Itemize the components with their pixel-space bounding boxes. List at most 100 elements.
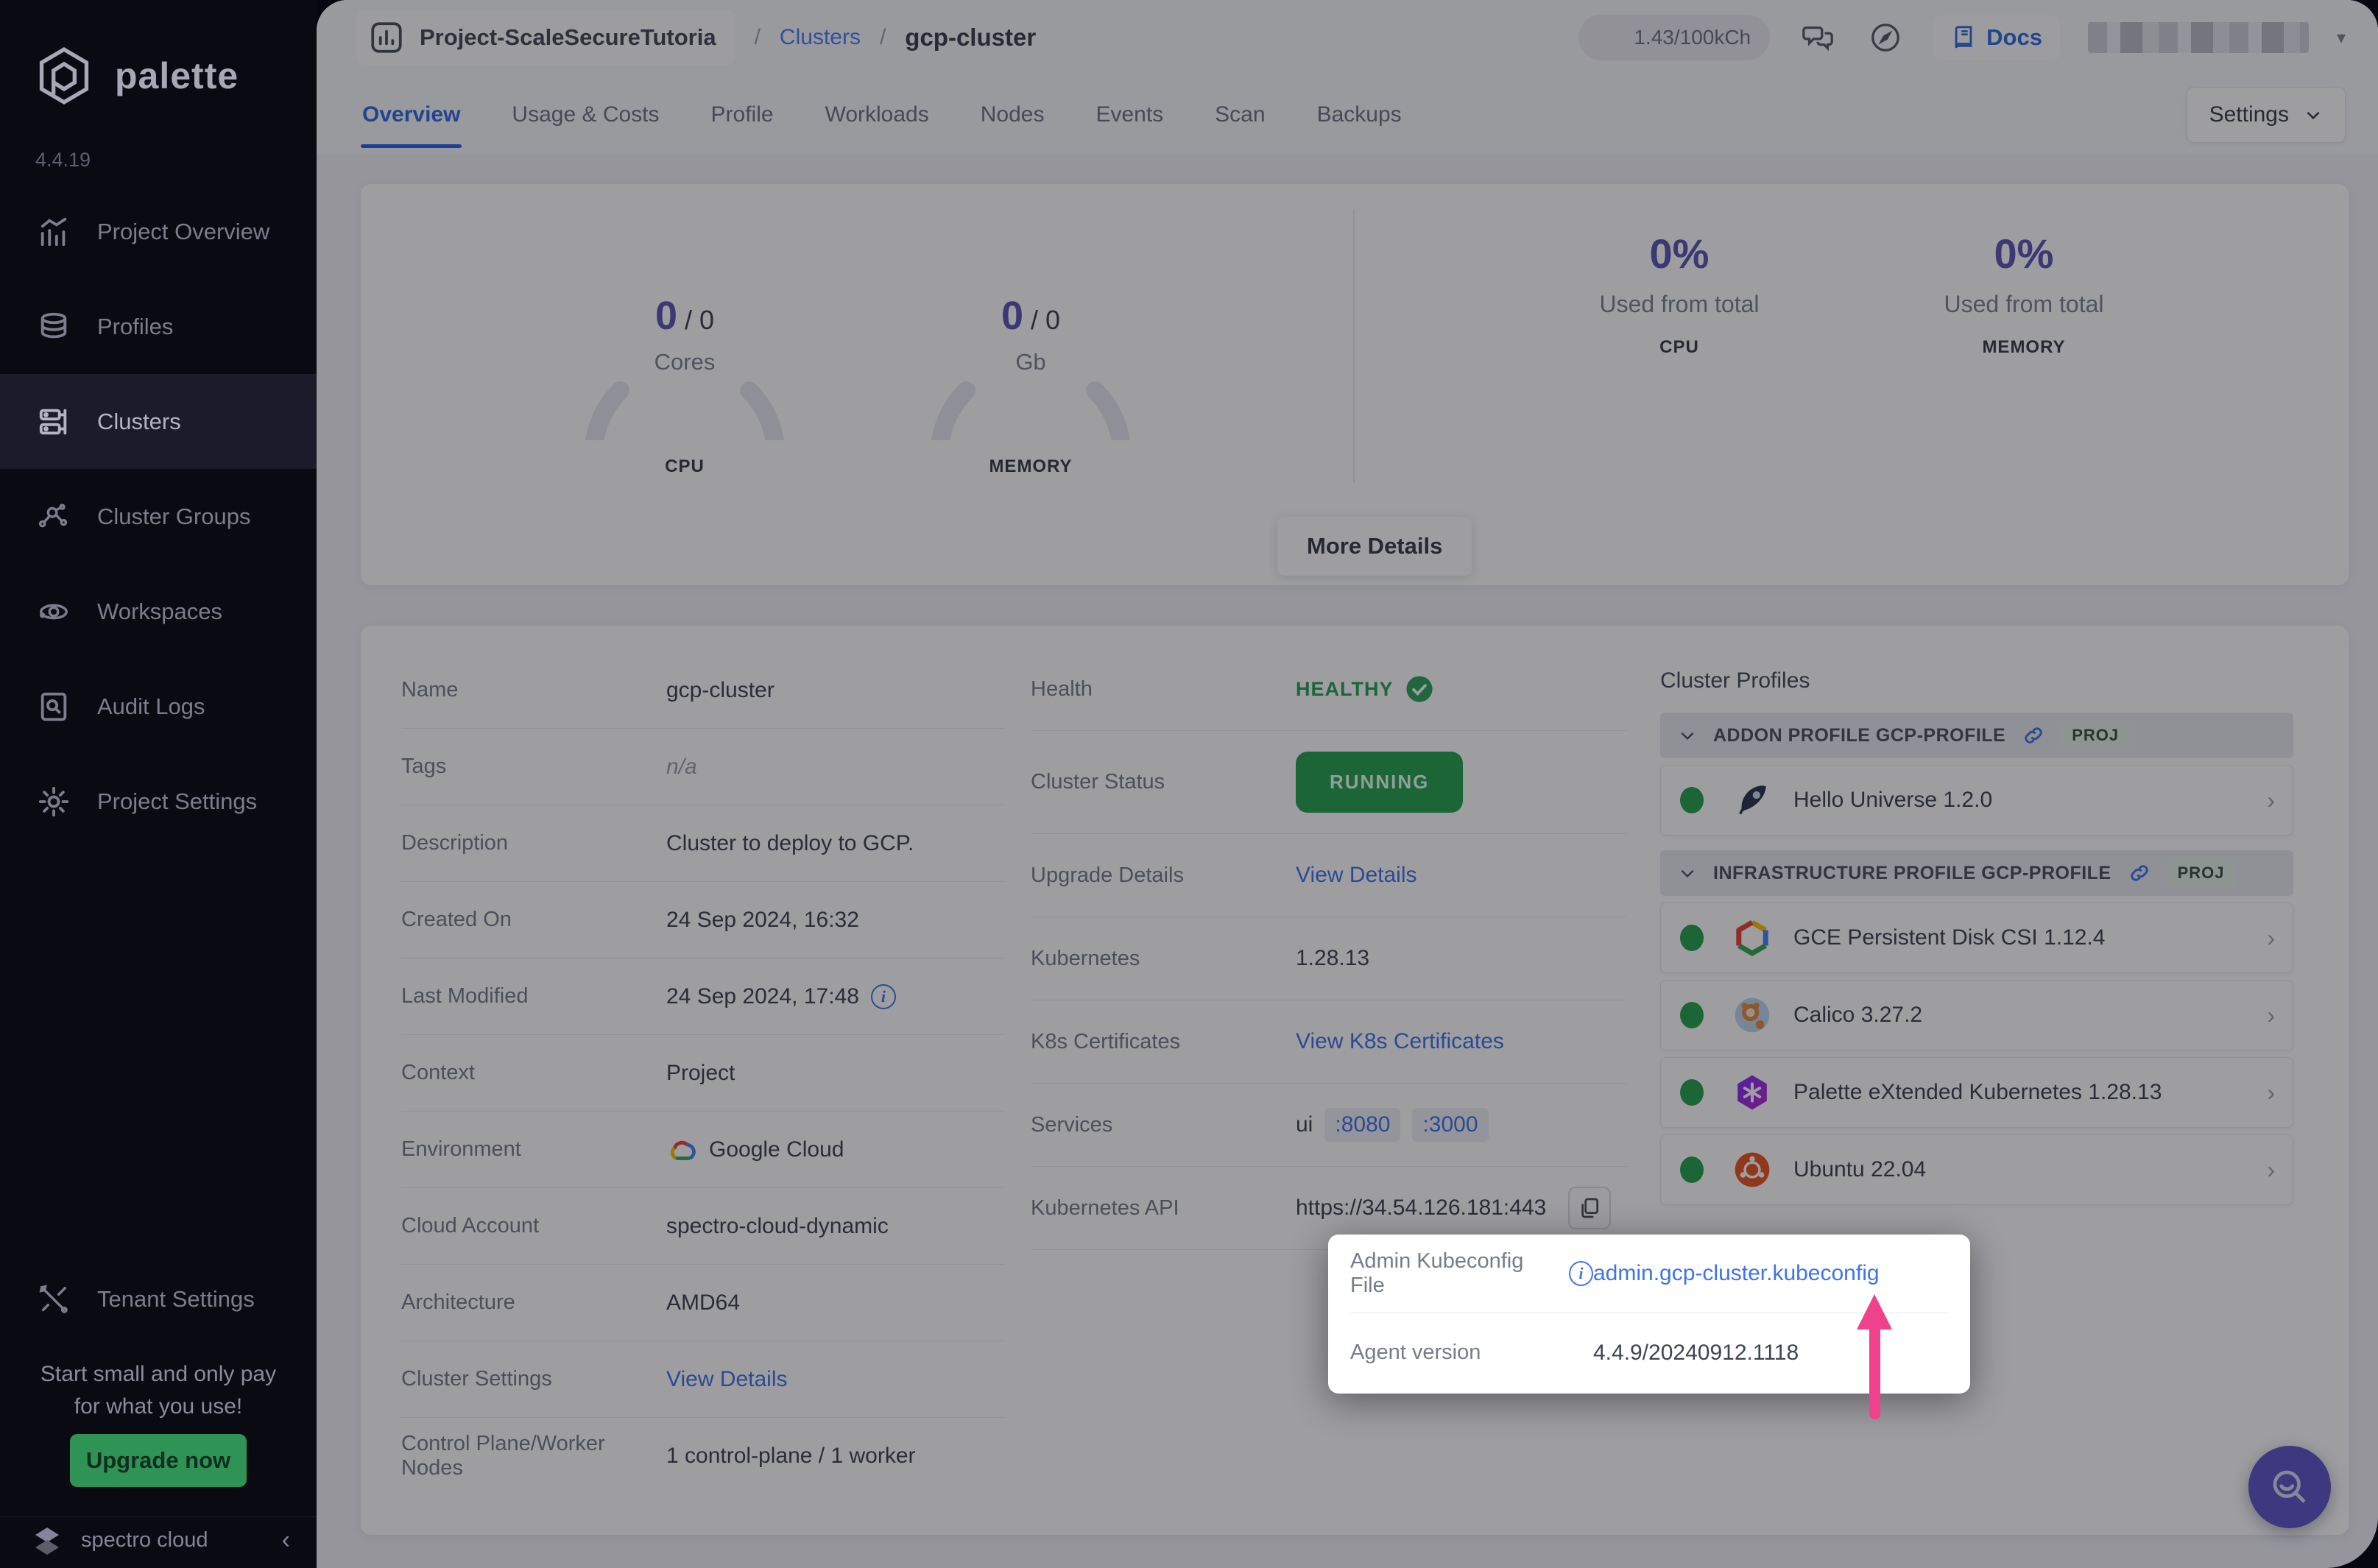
- profile-layer-name: GCE Persistent Disk CSI 1.12.4: [1793, 925, 2106, 950]
- scope-badge: PROJ: [2061, 721, 2130, 749]
- admin-kubeconfig-label: Admin Kubeconfig File: [1350, 1249, 1524, 1297]
- user-name-redacted[interactable]: [2087, 22, 2309, 53]
- explore-button[interactable]: [1866, 18, 1905, 57]
- more-details-button[interactable]: More Details: [1277, 517, 1472, 576]
- detail-value: 24 Sep 2024, 17:48 i: [666, 983, 896, 1009]
- status-dot: [1680, 1156, 1704, 1183]
- cluster-details-card: Name gcp-cluster Tags n/a Description Cl…: [361, 626, 2349, 1535]
- detail-row-services: Services ui :8080 :3000: [1031, 1084, 1627, 1167]
- tenant-settings-row[interactable]: Tenant Settings: [0, 1251, 317, 1346]
- cluster-settings-view-details-link[interactable]: View Details: [666, 1367, 788, 1392]
- cpu-frac: /: [677, 305, 700, 335]
- profile-layer-gce-persistent-disk[interactable]: GCE Persistent Disk CSI 1.12.4 ›: [1660, 903, 2293, 973]
- tab-scan[interactable]: Scan: [1213, 82, 1266, 148]
- detail-row-last-modified: Last Modified 24 Sep 2024, 17:48 i: [401, 958, 1005, 1035]
- memory-gauge: 0 / 0 Gb MEMORY: [917, 212, 1145, 477]
- project-selector[interactable]: Project-ScaleSecureTutoria: [356, 10, 735, 65]
- info-icon[interactable]: i: [870, 983, 896, 1009]
- sidebar-item-audit-logs[interactable]: Audit Logs: [0, 659, 317, 754]
- addon-profile-header[interactable]: ADDON PROFILE GCP-PROFILE PROJ: [1660, 713, 2293, 758]
- sidebar-item-label: Project Settings: [97, 788, 258, 814]
- settings-button[interactable]: Settings: [2186, 87, 2346, 143]
- breadcrumb-clusters-link[interactable]: Clusters: [780, 25, 861, 50]
- tab-nodes[interactable]: Nodes: [979, 82, 1046, 148]
- detail-row-upgrade-details: Upgrade Details View Details: [1031, 834, 1627, 917]
- sidebar-item-label: Project Overview: [97, 218, 270, 244]
- tab-backups[interactable]: Backups: [1316, 82, 1403, 148]
- info-icon[interactable]: i: [1568, 1261, 1593, 1286]
- sidebar-item-workspaces[interactable]: Workspaces: [0, 564, 317, 659]
- detail-row-description: Description Cluster to deploy to GCP.: [401, 805, 1005, 882]
- infrastructure-profile-header[interactable]: INFRASTRUCTURE PROFILE GCP-PROFILE PROJ: [1660, 850, 2293, 896]
- profile-layer-name: Ubuntu 22.04: [1793, 1157, 1927, 1182]
- detail-row-nodes: Control Plane/Worker Nodes 1 control-pla…: [401, 1418, 1005, 1494]
- profile-layer-hello-universe[interactable]: Hello Universe 1.2.0 ›: [1660, 765, 2293, 836]
- book-icon: [1955, 26, 1972, 49]
- detail-row-name: Name gcp-cluster: [401, 652, 1005, 729]
- sidebar-nav: Project Overview Profiles Clusters Clust…: [0, 184, 317, 849]
- chevron-right-icon: ›: [2267, 1078, 2275, 1106]
- profile-layer-name: Calico 3.27.2: [1793, 1003, 1923, 1027]
- detail-value: 1.28.13: [1296, 946, 1370, 970]
- health-value: HEALTHY: [1296, 677, 1394, 700]
- sidebar-collapse-icon[interactable]: ‹: [282, 1526, 290, 1555]
- tab-usage-costs[interactable]: Usage & Costs: [510, 82, 660, 148]
- status-dot: [1680, 925, 1704, 951]
- app-name: palette: [115, 55, 239, 96]
- tab-events[interactable]: Events: [1094, 82, 1165, 148]
- service-port-link-3000[interactable]: :3000: [1412, 1108, 1489, 1142]
- health-status: HEALTHY: [1296, 675, 1433, 703]
- sidebar-item-tenant-settings[interactable]: Tenant Settings: [0, 1251, 317, 1346]
- admin-kubeconfig-link[interactable]: admin.gcp-cluster.kubeconfig: [1593, 1261, 1880, 1286]
- user-menu-chevron-icon[interactable]: ▾: [2337, 27, 2346, 49]
- chevron-right-icon: ›: [2267, 786, 2275, 813]
- upgrade-now-button[interactable]: Upgrade now: [70, 1434, 247, 1487]
- detail-label: Upgrade Details: [1031, 863, 1184, 887]
- sidebar-item-cluster-groups[interactable]: Cluster Groups: [0, 469, 317, 564]
- breadcrumb-separator: /: [754, 25, 761, 49]
- pxk-icon: [1732, 1072, 1773, 1113]
- copy-button[interactable]: [1568, 1187, 1612, 1229]
- detail-row-context: Context Project: [401, 1035, 1005, 1112]
- detail-value: Cluster to deploy to GCP.: [666, 830, 914, 855]
- cluster-profiles-title: Cluster Profiles: [1660, 668, 1810, 693]
- tab-workloads[interactable]: Workloads: [824, 82, 931, 148]
- docs-label: Docs: [1986, 24, 2042, 50]
- memory-usage-metric: MEMORY: [1982, 337, 2066, 357]
- profile-layer-calico[interactable]: Calico 3.27.2 ›: [1660, 980, 2293, 1050]
- tab-profile[interactable]: Profile: [710, 82, 775, 148]
- sidebar-item-clusters[interactable]: Clusters: [0, 374, 317, 469]
- service-port-link-8080[interactable]: :8080: [1324, 1108, 1401, 1142]
- status-dot: [1680, 1079, 1704, 1106]
- docs-button[interactable]: Docs: [1933, 15, 2060, 60]
- cpu-unit: Cores: [654, 349, 716, 375]
- detail-row-kubernetes: Kubernetes 1.28.13: [1031, 917, 1627, 1000]
- profile-layer-ubuntu[interactable]: Ubuntu 22.04 ›: [1660, 1134, 2293, 1205]
- tools-icon: [39, 1285, 68, 1313]
- memory-total: 0: [1045, 305, 1061, 335]
- palette-logo: palette: [0, 0, 317, 107]
- sidebar-item-project-settings[interactable]: Project Settings: [0, 754, 317, 849]
- chevron-right-icon: ›: [2267, 1001, 2275, 1028]
- google-cloud-icon: [670, 1140, 696, 1160]
- memory-metric-label: MEMORY: [989, 456, 1073, 476]
- feedback-chat-button[interactable]: [1798, 18, 1838, 57]
- breadcrumb-separator: /: [879, 25, 886, 49]
- detail-value: gcp-cluster: [666, 677, 775, 702]
- view-k8s-certificates-link[interactable]: View K8s Certificates: [1296, 1029, 1504, 1054]
- sidebar-item-project-overview[interactable]: Project Overview: [0, 184, 317, 279]
- gear-icon: [38, 786, 69, 816]
- detail-label: Kubernetes API: [1031, 1196, 1179, 1220]
- credits-indicator[interactable]: 1.43/100kCh: [1578, 15, 1771, 60]
- tab-overview[interactable]: Overview: [361, 82, 462, 148]
- search-help-fab[interactable]: [2248, 1446, 2331, 1528]
- orbit-icon: [40, 604, 68, 619]
- services-value: ui :8080 :3000: [1296, 1108, 1489, 1142]
- gce-disk-icon: [1732, 917, 1773, 958]
- upgrade-view-details-link[interactable]: View Details: [1296, 863, 1417, 888]
- detail-label: Cluster Status: [1031, 770, 1165, 794]
- service-name: ui: [1296, 1112, 1313, 1137]
- sidebar-item-profiles[interactable]: Profiles: [0, 279, 317, 374]
- sidebar-item-label: Clusters: [97, 408, 181, 434]
- profile-layer-palette-extended-kubernetes[interactable]: Palette eXtended Kubernetes 1.28.13 ›: [1660, 1057, 2293, 1128]
